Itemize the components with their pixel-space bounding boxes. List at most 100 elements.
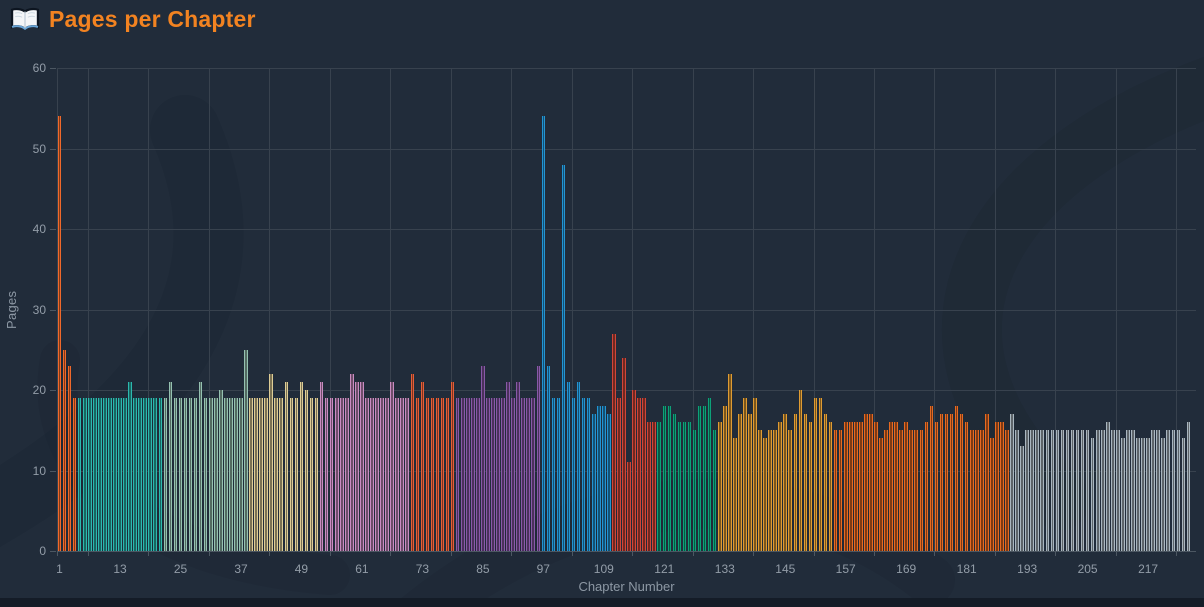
bar-chapter-220[interactable] xyxy=(1161,438,1165,551)
bar-chapter-115[interactable] xyxy=(632,390,636,551)
bar-chapter-216[interactable] xyxy=(1141,438,1145,551)
bar-chapter-157[interactable] xyxy=(844,422,848,551)
bar-chapter-112[interactable] xyxy=(617,398,621,551)
bar-chapter-189[interactable] xyxy=(1005,430,1009,551)
bar-chapter-45[interactable] xyxy=(279,398,283,551)
bar-chapter-137[interactable] xyxy=(743,398,747,551)
bar-chapter-107[interactable] xyxy=(592,414,596,551)
bar-chapter-172[interactable] xyxy=(920,430,924,551)
bar-chapter-36[interactable] xyxy=(234,398,238,551)
bar-chapter-64[interactable] xyxy=(375,398,379,551)
bar-chapter-158[interactable] xyxy=(849,422,853,551)
bar-chapter-24[interactable] xyxy=(174,398,178,551)
bar-chapter-51[interactable] xyxy=(310,398,314,551)
bar-chapter-33[interactable] xyxy=(219,390,223,551)
bar-chapter-85[interactable] xyxy=(481,366,485,551)
bar-chapter-164[interactable] xyxy=(879,438,883,551)
bar-chapter-204[interactable] xyxy=(1081,430,1085,551)
bar-chapter-49[interactable] xyxy=(300,382,304,551)
bar-chapter-15[interactable] xyxy=(128,382,132,551)
bar-chapter-221[interactable] xyxy=(1166,430,1170,551)
bar-chapter-32[interactable] xyxy=(214,398,218,551)
bar-chapter-63[interactable] xyxy=(370,398,374,551)
bar-chapter-177[interactable] xyxy=(945,414,949,551)
bar-chapter-159[interactable] xyxy=(854,422,858,551)
bar-chapter-145[interactable] xyxy=(783,414,787,551)
bar-chapter-124[interactable] xyxy=(678,422,682,551)
bar-chapter-122[interactable] xyxy=(668,406,672,551)
bar-chapter-130[interactable] xyxy=(708,398,712,551)
bar-chapter-141[interactable] xyxy=(763,438,767,551)
bar-chapter-48[interactable] xyxy=(295,398,299,551)
bar-chapter-105[interactable] xyxy=(582,398,586,551)
bar-chapter-46[interactable] xyxy=(285,382,289,551)
bar-chapter-173[interactable] xyxy=(925,422,929,551)
bar-chapter-88[interactable] xyxy=(496,398,500,551)
bar-chapter-155[interactable] xyxy=(834,430,838,551)
bar-chapter-170[interactable] xyxy=(909,430,913,551)
bar-chapter-70[interactable] xyxy=(405,398,409,551)
bar-chapter-12[interactable] xyxy=(113,398,117,551)
bar-chapter-113[interactable] xyxy=(622,358,626,551)
bar-chapter-219[interactable] xyxy=(1156,430,1160,551)
bar-chapter-7[interactable] xyxy=(88,398,92,551)
bar-chapter-160[interactable] xyxy=(859,422,863,551)
bar-chapter-89[interactable] xyxy=(501,398,505,551)
bar-chapter-171[interactable] xyxy=(914,430,918,551)
bar-chapter-140[interactable] xyxy=(758,430,762,551)
bar-chapter-174[interactable] xyxy=(930,406,934,551)
bar-chapter-126[interactable] xyxy=(688,422,692,551)
bar-chapter-198[interactable] xyxy=(1051,430,1055,551)
bar-chapter-168[interactable] xyxy=(899,430,903,551)
bar-chapter-68[interactable] xyxy=(395,398,399,551)
bar-chapter-133[interactable] xyxy=(723,406,727,551)
bar-chapter-127[interactable] xyxy=(693,430,697,551)
bar-chapter-37[interactable] xyxy=(239,398,243,551)
bar-chapter-14[interactable] xyxy=(123,398,127,551)
bar-chapter-18[interactable] xyxy=(143,398,147,551)
bar-chapter-144[interactable] xyxy=(778,422,782,551)
bar-chapter-108[interactable] xyxy=(597,406,601,551)
bar-chapter-120[interactable] xyxy=(657,422,661,551)
bar-chapter-34[interactable] xyxy=(224,398,228,551)
bar-chapter-39[interactable] xyxy=(249,398,253,551)
bar-chapter-161[interactable] xyxy=(864,414,868,551)
bar-chapter-77[interactable] xyxy=(441,398,445,551)
bar-chapter-181[interactable] xyxy=(965,422,969,551)
bar-chapter-86[interactable] xyxy=(486,398,490,551)
bar-chapter-61[interactable] xyxy=(360,382,364,551)
bar-chapter-203[interactable] xyxy=(1076,430,1080,551)
bar-chapter-52[interactable] xyxy=(315,398,319,551)
bar-chapter-74[interactable] xyxy=(426,398,430,551)
bar-chapter-188[interactable] xyxy=(1000,422,1004,551)
bar-chapter-100[interactable] xyxy=(557,398,561,551)
bar-chapter-96[interactable] xyxy=(537,366,541,551)
bar-chapter-87[interactable] xyxy=(491,398,495,551)
bar-chapter-196[interactable] xyxy=(1040,430,1044,551)
bar-chapter-142[interactable] xyxy=(768,430,772,551)
bar-chapter-66[interactable] xyxy=(385,398,389,551)
bar-chapter-53[interactable] xyxy=(320,382,324,551)
bar-chapter-94[interactable] xyxy=(526,398,530,551)
bar-chapter-29[interactable] xyxy=(199,382,203,551)
bar-chapter-213[interactable] xyxy=(1126,430,1130,551)
bar-chapter-162[interactable] xyxy=(869,414,873,551)
bar-chapter-16[interactable] xyxy=(133,398,137,551)
bar-chapter-104[interactable] xyxy=(577,382,581,551)
bar-chapter-192[interactable] xyxy=(1020,446,1024,551)
bar-chapter-169[interactable] xyxy=(904,422,908,551)
bar-chapter-129[interactable] xyxy=(703,406,707,551)
bar-chapter-131[interactable] xyxy=(713,430,717,551)
bar-chapter-154[interactable] xyxy=(829,422,833,551)
bar-chapter-3[interactable] xyxy=(68,366,72,551)
bar-chapter-99[interactable] xyxy=(552,398,556,551)
bar-chapter-134[interactable] xyxy=(728,374,732,551)
bar-chapter-30[interactable] xyxy=(204,398,208,551)
bar-chapter-38[interactable] xyxy=(244,350,248,551)
bar-chapter-6[interactable] xyxy=(83,398,87,551)
bar-chapter-207[interactable] xyxy=(1096,430,1100,551)
bar-chapter-28[interactable] xyxy=(194,398,198,551)
bar-chapter-9[interactable] xyxy=(98,398,102,551)
bar-chapter-218[interactable] xyxy=(1151,430,1155,551)
bar-chapter-22[interactable] xyxy=(164,398,168,551)
